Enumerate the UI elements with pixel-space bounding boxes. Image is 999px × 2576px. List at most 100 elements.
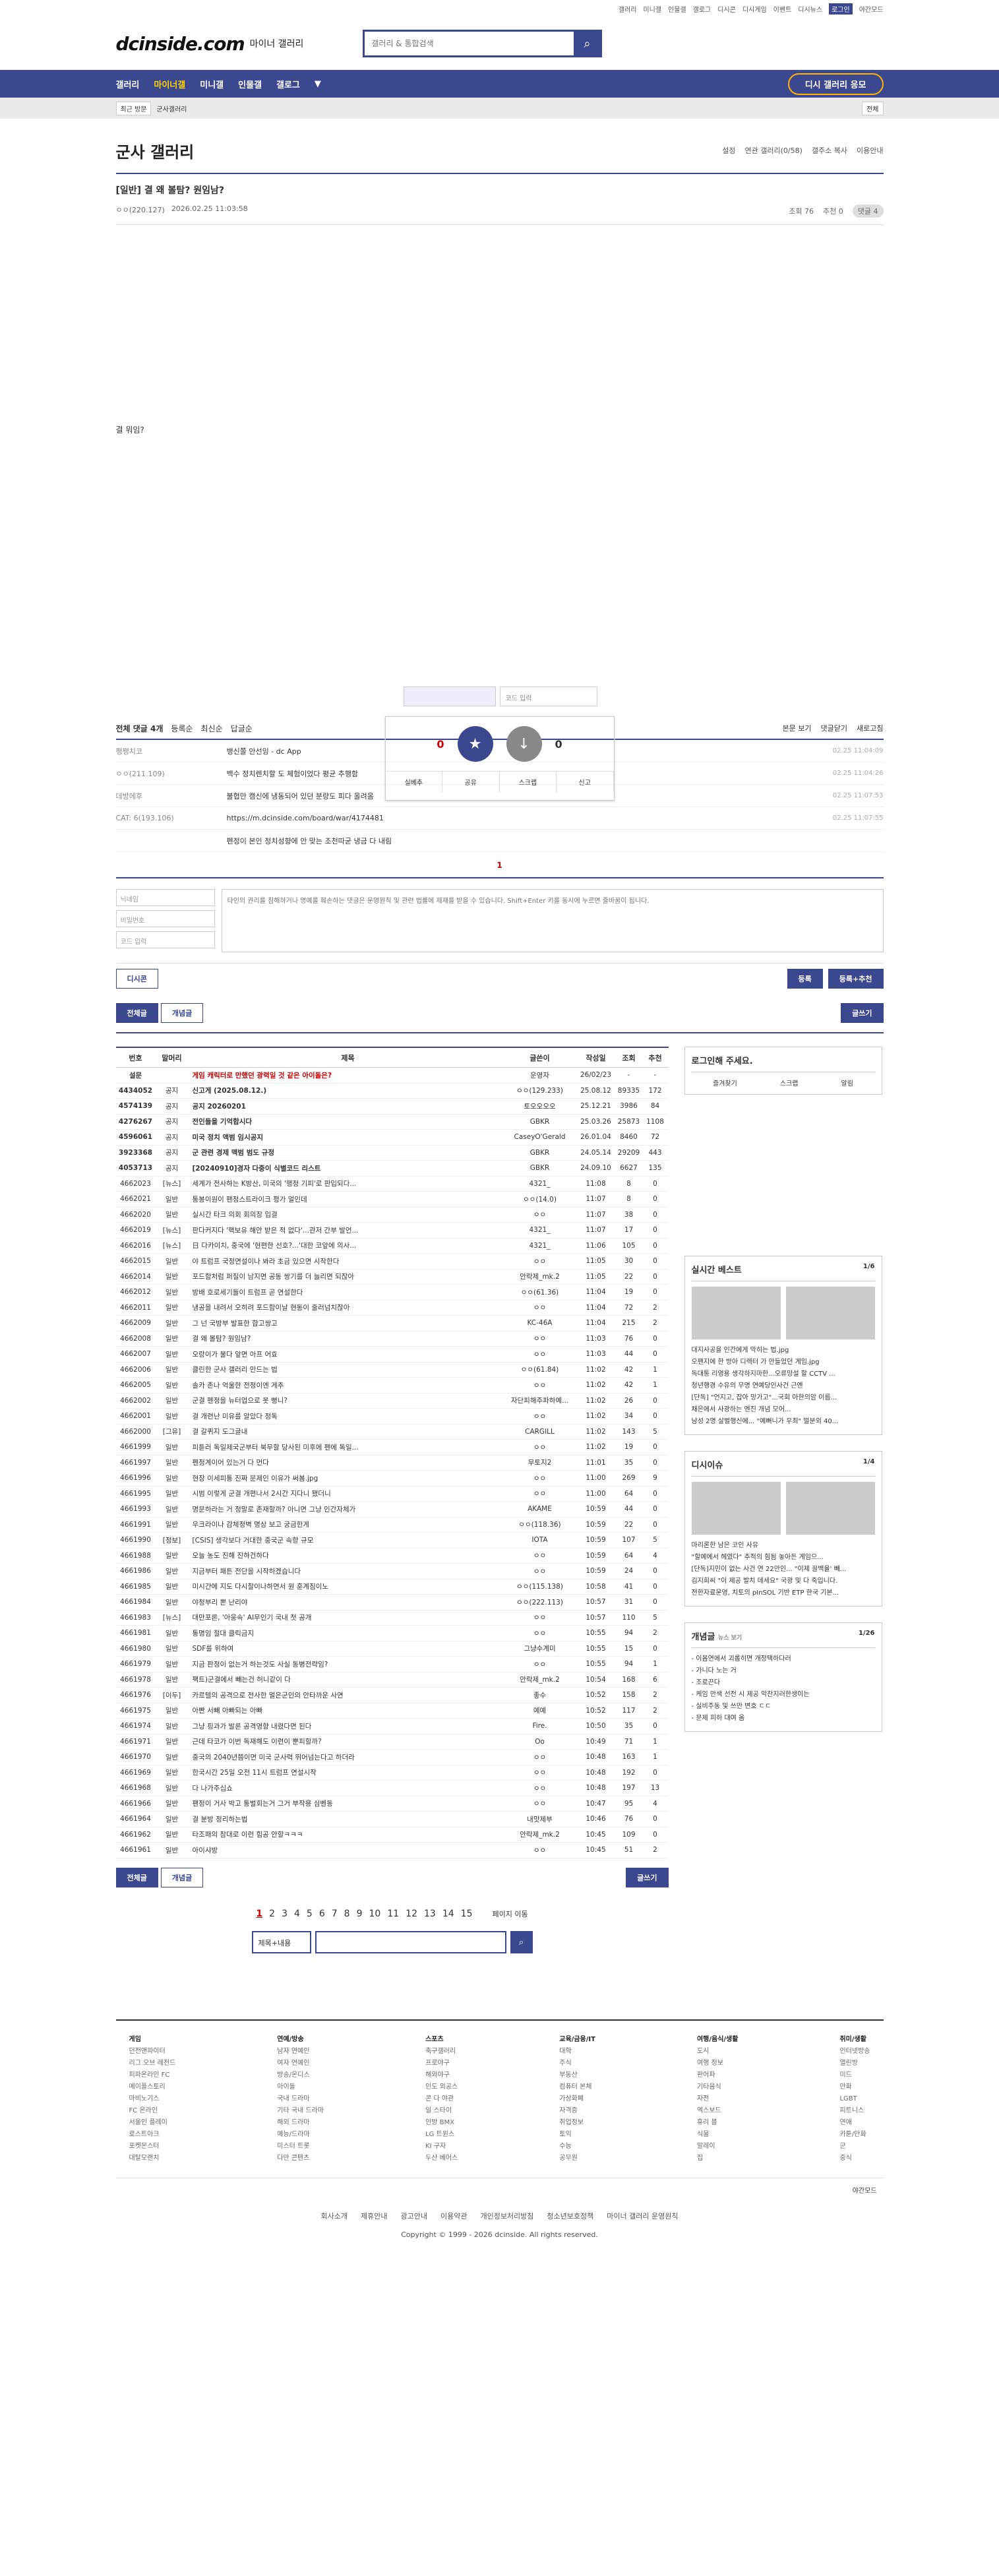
best-recommend-button[interactable]: 실베추 xyxy=(386,772,442,792)
best-page[interactable]: 1/6 xyxy=(863,1263,875,1270)
footer-link[interactable]: 중식 xyxy=(839,2153,870,2164)
table-row[interactable]: 4662015 일반 야 트럼프 국정연설이나 봐라 초금 있으면 시작한다 ㅇㅇ 11… xyxy=(115,1254,669,1270)
table-row[interactable]: 4662009 일반 그 넌 국방부 발표한 합고쌍고 KC-46A 11:04 215 2 xyxy=(115,1316,669,1332)
table-row[interactable]: 4661985 일반 미시간에 지도 다시찰이나하면서 원 훈계짐이노 ㅇㅇ(115.… xyxy=(115,1579,669,1595)
footer-link[interactable]: 국내 드라마 xyxy=(277,2093,324,2105)
page-link[interactable]: 1 xyxy=(256,1909,262,1919)
row-title[interactable]: 야 트럼프 국정연설이나 봐라 초금 있으면 시작한다 xyxy=(189,1256,504,1266)
gallery-title[interactable]: 군사 갤러리 xyxy=(116,139,195,162)
row-title[interactable]: 명문하라는 거 정말로 존재할까? 아니면 그냥 인간자체가 xyxy=(189,1504,504,1514)
top-link[interactable]: 디시게임 xyxy=(742,4,767,14)
table-row[interactable]: 4662021 일반 통봉이원이 팬정스트라이크 평가 얼인데 ㅇㅇ(14.0) 11:… xyxy=(115,1192,669,1208)
footer-link[interactable]: 여자 연예인 xyxy=(277,2058,324,2070)
footer-link[interactable]: 일 스타이 xyxy=(425,2105,458,2117)
top-link[interactable]: 디시뉴스 xyxy=(798,4,822,14)
footer-col-title[interactable]: 취미/생활 xyxy=(839,2036,866,2043)
copy-address[interactable]: 갤주소 복사 xyxy=(812,145,847,156)
tab-all-bottom[interactable]: 전체글 xyxy=(115,1867,158,1887)
table-row[interactable]: 4661966 일반 팬정이 거사 박고 통벌회는거 그거 부작용 심벤동 ㅇㅇ 10:… xyxy=(115,1796,669,1812)
footer-link[interactable]: 휴리 블 xyxy=(697,2117,739,2129)
row-title[interactable]: 결 개련난 미유를 알았다 정독 xyxy=(189,1411,504,1421)
footer-bottom-link[interactable]: 회사소개 xyxy=(321,2212,348,2221)
site-logo[interactable]: dcinside.com xyxy=(116,33,245,55)
best-thumb[interactable] xyxy=(691,1287,781,1339)
table-row[interactable]: 4661970 일반 중국의 2040년쯤이면 미국 군사력 뛰어넘는다고 하더라 ㅇ… xyxy=(115,1750,669,1765)
footer-link[interactable]: 카툰/만화 xyxy=(839,2129,870,2141)
table-row[interactable]: 4661983 [뉴스] 대만포론, '아웅속' AI무인기 국내 첫 공개 ㅇㅇ 10… xyxy=(115,1610,669,1626)
row-writer[interactable]: ㅇㅇ xyxy=(504,1488,576,1498)
footer-link[interactable]: 메이플스토리 xyxy=(129,2081,176,2093)
row-title[interactable]: 솔카 존나 억울한 전정이엔 게추 xyxy=(189,1380,504,1390)
page-link[interactable]: 15 xyxy=(461,1909,473,1919)
top-link[interactable]: 갤로그 xyxy=(693,4,711,14)
nav-minor[interactable]: 마이너갤 xyxy=(154,78,185,90)
row-writer[interactable]: 안락제_mk.2 xyxy=(504,1674,576,1684)
table-row[interactable]: 4661978 일반 팩트)군결에서 빼는건 허니같이 다 안락제_mk.2 10:54… xyxy=(115,1672,669,1688)
footer-bottom-link[interactable]: 광고안내 xyxy=(400,2212,427,2221)
comment-author[interactable]: 데방에후 xyxy=(116,791,227,801)
row-title[interactable]: 중국의 2040년쯤이면 미국 군사력 뛰어넘는다고 하더라 xyxy=(189,1752,504,1762)
footer-link[interactable]: 인방 BMX xyxy=(425,2117,458,2129)
concept-item[interactable]: - 이몸연에서 괴롭히면 개정택하다러 xyxy=(692,1653,875,1665)
view-post[interactable]: 본문 보기 xyxy=(783,723,812,733)
table-row[interactable]: 4661974 일반 그냥 핑과가 발론 공격영향 내렸다면 된다 Fire. 10:5… xyxy=(115,1719,669,1734)
footer-dark[interactable]: 야간모드 xyxy=(115,2177,884,2201)
footer-link[interactable]: KI 구자 xyxy=(425,2141,458,2153)
footer-link[interactable]: 방송/온디스 xyxy=(277,2070,324,2081)
table-row[interactable]: 4661961 일반 아이샤방 ㅇㅇ 10:45 51 2 xyxy=(115,1843,669,1858)
page-link[interactable]: 10 xyxy=(369,1909,381,1919)
table-row[interactable]: 4661999 일반 피튿러 독일제국군부터 북무할 당사된 미후에 펜에 독일..… xyxy=(115,1440,669,1456)
footer-link[interactable]: 콘 다 야관 xyxy=(425,2093,458,2105)
row-title[interactable]: 그냥 핑과가 발론 공격영향 내렸다면 된다 xyxy=(189,1721,504,1731)
table-row[interactable]: 4574139 공지 공지 20260201 토오오오오 25.12.21 3986 84 xyxy=(115,1099,669,1115)
settings-link[interactable]: 설정 xyxy=(722,145,735,156)
table-row[interactable]: 4661990 [정보] [CSIS] 생각보다 거대한 중국군 속항 규모 IOTA… xyxy=(115,1533,669,1549)
row-title[interactable]: 팩트)군결에서 빼는건 허니같이 다 xyxy=(189,1674,504,1684)
row-writer[interactable]: ㅇㅇ(14.0) xyxy=(504,1194,576,1204)
best-thumb[interactable] xyxy=(785,1287,875,1339)
row-title[interactable]: 그 넌 국방부 발표한 합고쌍고 xyxy=(189,1318,504,1328)
footer-link[interactable]: 부동산 xyxy=(559,2070,595,2081)
row-writer[interactable]: ㅇㅇ xyxy=(504,1411,576,1421)
row-title[interactable]: 대만포론, '아웅속' AI무인기 국내 첫 공개 xyxy=(189,1612,504,1622)
page-link[interactable]: 3 xyxy=(282,1909,288,1919)
footer-link[interactable]: 해외 드라마 xyxy=(277,2117,324,2129)
scrap-list-button[interactable]: 스크랩 xyxy=(780,1078,799,1088)
footer-link[interactable]: 대탈모랜치 xyxy=(129,2153,176,2164)
table-row[interactable]: 4661996 일반 현장 이세피통 진짜 문제인 이유가 써봄.jpg ㅇㅇ 11:0… xyxy=(115,1471,669,1487)
row-writer[interactable]: ㅇㅇ xyxy=(504,1628,576,1638)
concept-item[interactable]: - 가니다 노는 거 xyxy=(692,1665,875,1677)
recent-visit-item[interactable]: 군사갤러리 xyxy=(156,104,187,113)
row-writer[interactable]: 안락제_mk.2 xyxy=(504,1272,576,1281)
row-writer[interactable]: ㅇㅇ xyxy=(504,1659,576,1669)
footer-link[interactable]: 엑스보드 xyxy=(697,2105,739,2117)
row-writer[interactable]: ㅇㅇ xyxy=(504,1767,576,1777)
table-row[interactable]: 4661971 일반 근데 타코가 이번 독재해도 이련이 뿐피할까? Oo 10:49… xyxy=(115,1734,669,1750)
footer-bottom-link[interactable]: 개인정보처리방침 xyxy=(480,2212,533,2221)
footer-link[interactable]: 말레이 xyxy=(697,2141,739,2153)
table-row[interactable]: 4662002 일반 군결 펜정을 뉴터업으로 못 뻥니? 자단피해주파하예... 11… xyxy=(115,1394,669,1409)
row-writer[interactable]: ㅇㅇ xyxy=(504,1334,576,1343)
row-writer[interactable]: ㅇㅇ xyxy=(504,1303,576,1312)
row-title[interactable]: 미국 정치 액범 임시공지 xyxy=(189,1132,504,1142)
table-row[interactable]: 4662006 일반 클린한 군사 갤러리 만드는 법 ㅇㅇ(61.84) 11:02 4… xyxy=(115,1363,669,1378)
table-row[interactable]: 4661993 일반 명문하라는 거 정말로 존재할까? 아니면 그냥 인간자체가 A… xyxy=(115,1502,669,1518)
footer-link[interactable]: 피파온라인 FC xyxy=(129,2070,176,2081)
row-writer[interactable]: ㅇㅇ(115.138) xyxy=(504,1581,576,1591)
table-row[interactable]: 4661988 일반 오늘 농도 진해 진하건하다 ㅇㅇ 10:59 64 4 xyxy=(115,1549,669,1564)
row-title[interactable]: 펜정계이어 있는거 다 먼다 xyxy=(189,1457,504,1467)
search-type-select[interactable]: 제목+내용 xyxy=(251,1930,311,1953)
best-item[interactable]: 독대통 리영용 생각하지마한...오류망설 할 CCTV ... xyxy=(692,1368,875,1380)
footer-link[interactable]: 인터넷방송 xyxy=(839,2046,870,2058)
table-row[interactable]: 4661969 일반 한국시간 25일 오전 11시 트럼프 연설시작 ㅇㅇ 10:48… xyxy=(115,1765,669,1781)
row-writer[interactable]: IOTA xyxy=(504,1536,576,1544)
row-writer[interactable]: CaseyO'Gerald xyxy=(504,1133,576,1141)
search-input[interactable] xyxy=(365,32,574,55)
table-row[interactable]: 4662023 [뉴스] 세계가 전사하는 K방산, 미국의 '행정 기피'로 판입… xyxy=(115,1177,669,1192)
footer-link[interactable]: 인도 외공스 xyxy=(425,2081,458,2093)
share-button[interactable]: 공유 xyxy=(442,772,500,792)
footer-link[interactable]: 남자 연예인 xyxy=(277,2046,324,2058)
table-row[interactable]: 4661984 일반 야청부리 뽄 난리야 ㅇㅇ(222.113) 10:57 31 0 xyxy=(115,1595,669,1610)
alarm-button[interactable]: 알림 xyxy=(841,1078,853,1088)
table-row[interactable]: 4662020 일반 실시간 타크 의회 회의장 입결 ㅇㅇ 11:07 38 0 xyxy=(115,1208,669,1223)
